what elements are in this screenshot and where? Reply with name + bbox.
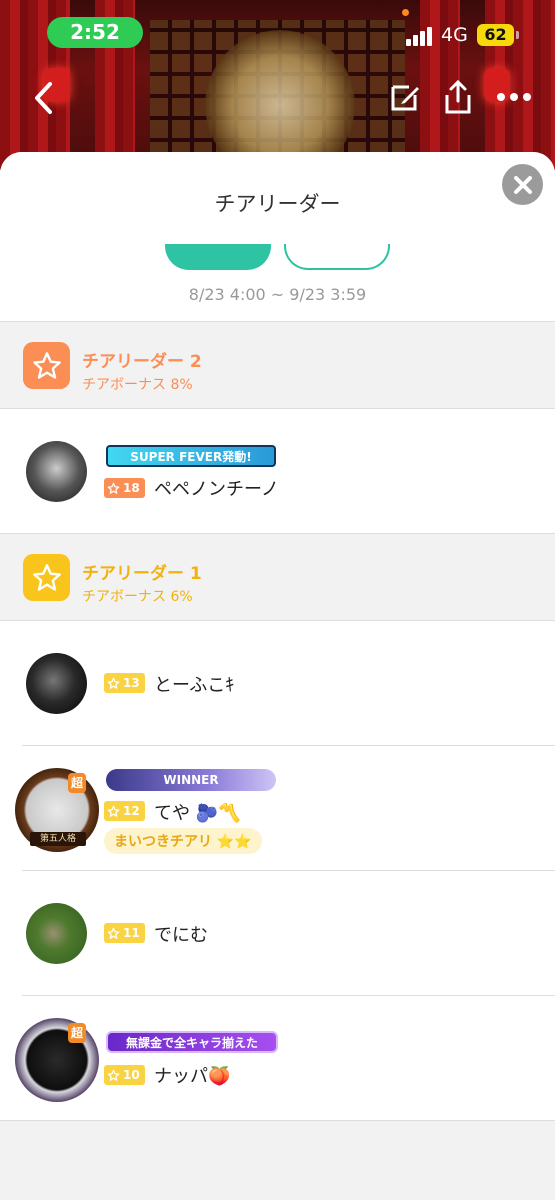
member-row[interactable]: 超 無課金で全キャラ揃えた 10 ナッパ🍑 (0, 996, 555, 1121)
level-value: 13 (123, 676, 140, 690)
star-icon (32, 351, 61, 379)
level-badge: 13 (104, 673, 145, 693)
medallion-decoration (205, 30, 355, 170)
star-icon (107, 805, 120, 817)
tier-header: チアリーダー 1 チアボーナス 6% (0, 534, 555, 621)
share-button[interactable] (441, 78, 475, 116)
edit-button[interactable] (388, 80, 422, 114)
avatar (26, 441, 87, 502)
edit-icon (391, 85, 419, 111)
chevron-left-icon (35, 82, 52, 114)
tier-name: チアリーダー 1 (82, 564, 202, 584)
member-name: とーふこｷ (154, 675, 235, 696)
level-value: 18 (123, 481, 140, 495)
frame-badge: 超 (68, 773, 86, 793)
frame-caption: 第五人格 (30, 832, 86, 846)
badge-banner: SUPER FEVER発動! (106, 445, 276, 467)
sheet-title: チアリーダー (214, 192, 341, 216)
status-time: 2:52 (47, 17, 143, 48)
star-icon (107, 927, 120, 939)
member-row[interactable]: 超 第五人格 WINNER 12 てや 🫐〽️ まいつきチアリ ⭐⭐ (0, 746, 555, 871)
more-icon (497, 93, 531, 101)
level-value: 11 (123, 926, 140, 940)
monthly-cheer-chip: まいつきチアリ ⭐⭐ (104, 828, 262, 854)
star-icon (107, 677, 120, 689)
tier-bonus: チアボーナス 6% (82, 589, 193, 605)
battery-icon: 62 (477, 24, 514, 46)
member-name: ペペノンチーノ (154, 479, 279, 500)
star-icon (107, 482, 120, 494)
signal-icon (406, 26, 434, 46)
tab-previous[interactable] (284, 244, 390, 270)
divider (0, 1120, 555, 1121)
back-button[interactable] (28, 78, 58, 118)
privacy-indicator-dot (402, 9, 409, 16)
avatar-frame (15, 1018, 99, 1102)
member-row[interactable]: SUPER FEVER発動! 18 ペペノンチーノ (0, 409, 555, 534)
avatar (26, 653, 87, 714)
level-badge: 10 (104, 1065, 145, 1085)
member-name: でにむ (154, 925, 208, 946)
share-icon (445, 79, 471, 114)
star-icon (32, 563, 61, 591)
list-footer-space (0, 1121, 555, 1200)
member-name: てや 🫐〽️ (154, 803, 241, 824)
cheerleader-sheet: チアリーダー 8/23 4:00 ~ 9/23 3:59 チアリーダー 2 チア… (0, 152, 555, 1200)
level-badge: 11 (104, 923, 145, 943)
star-icon (107, 1069, 120, 1081)
tier-badge (23, 554, 70, 601)
close-icon (513, 175, 532, 194)
level-value: 10 (123, 1068, 140, 1082)
member-name: ナッパ🍑 (154, 1066, 231, 1087)
tier-badge (23, 342, 70, 389)
tier-header: チアリーダー 2 チアボーナス 8% (0, 322, 555, 409)
badge-banner: WINNER (106, 769, 276, 791)
member-row[interactable]: 13 とーふこｷ (0, 621, 555, 746)
level-badge: 12 (104, 801, 145, 821)
frame-badge: 超 (68, 1023, 86, 1043)
network-label: 4G (441, 24, 468, 46)
period-range: 8/23 4:00 ~ 9/23 3:59 (188, 285, 367, 304)
badge-banner: 無課金で全キャラ揃えた (106, 1031, 278, 1053)
avatar (26, 903, 87, 964)
more-button[interactable] (496, 85, 532, 109)
battery-cap (516, 31, 519, 39)
tab-current[interactable] (165, 244, 271, 270)
tier-bonus: チアボーナス 8% (82, 377, 193, 393)
level-value: 12 (123, 804, 140, 818)
member-row[interactable]: 11 でにむ (0, 871, 555, 996)
tier-name: チアリーダー 2 (82, 352, 202, 372)
close-button[interactable] (502, 164, 543, 205)
level-badge: 18 (104, 478, 145, 498)
sheet-header: チアリーダー 8/23 4:00 ~ 9/23 3:59 (0, 152, 555, 322)
